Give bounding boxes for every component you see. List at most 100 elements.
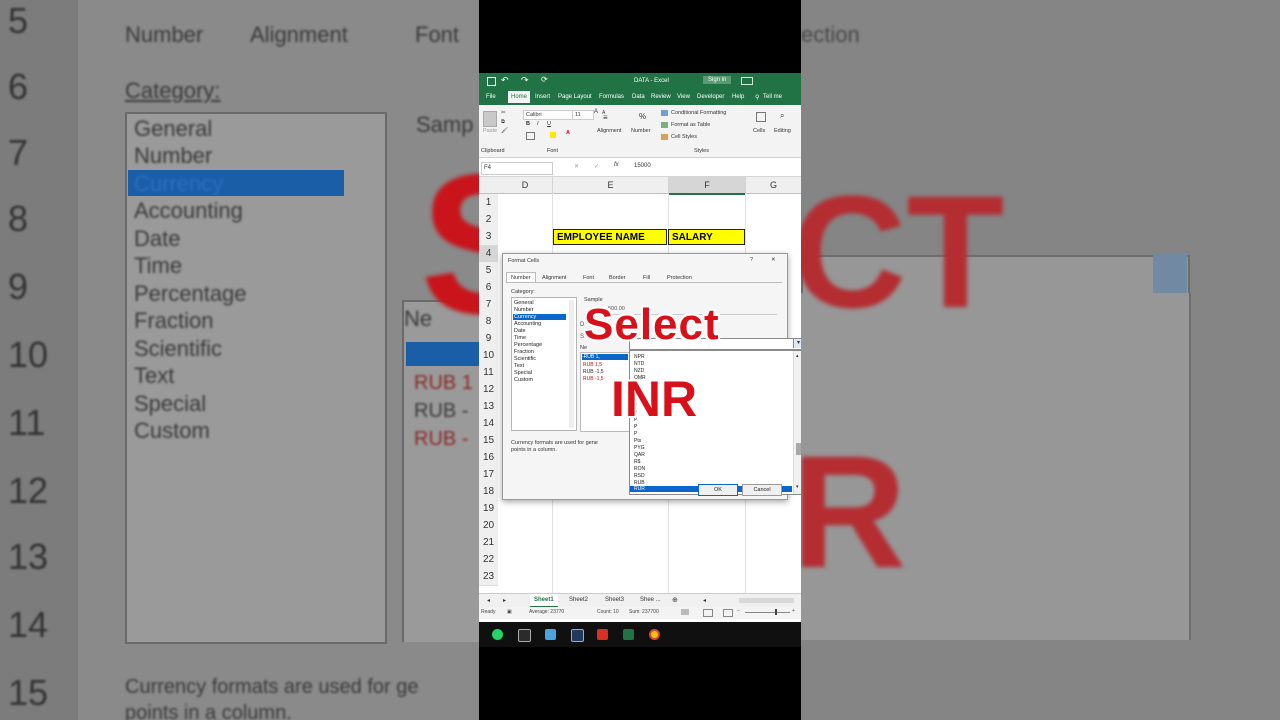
- row-header[interactable]: 15: [479, 432, 498, 450]
- video-editor-icon[interactable]: [571, 629, 584, 642]
- row-header[interactable]: 4: [479, 245, 498, 263]
- column-header-d[interactable]: D: [498, 177, 553, 194]
- negative-item[interactable]: RUB -1,5: [583, 376, 604, 382]
- new-sheet-icon[interactable]: ⊕: [672, 596, 678, 604]
- symbol-option[interactable]: QAR: [634, 452, 645, 458]
- save-icon[interactable]: [487, 77, 496, 86]
- row-header[interactable]: 10: [479, 347, 498, 365]
- dialog-help-button[interactable]: ?: [750, 257, 753, 263]
- underline-button[interactable]: U: [547, 121, 551, 127]
- font-color-icon[interactable]: A: [566, 130, 570, 136]
- zoom-out-icon[interactable]: −: [737, 608, 740, 614]
- symbol-dropdown-scrollbar[interactable]: ▴ ▾: [793, 351, 801, 494]
- cancel-button[interactable]: Cancel: [742, 484, 782, 496]
- cells-button[interactable]: Cells: [753, 128, 765, 134]
- font-name-select[interactable]: Calibri: [523, 110, 573, 120]
- symbol-option[interactable]: PYG: [634, 445, 645, 451]
- row-header[interactable]: 1: [479, 194, 498, 212]
- symbol-dropdown-arrow-icon[interactable]: ▾: [793, 339, 801, 348]
- dialog-tab-number[interactable]: Number: [511, 275, 531, 281]
- font-size-select[interactable]: 11: [572, 110, 594, 120]
- category-percentage[interactable]: Percentage: [514, 342, 542, 348]
- symbol-option[interactable]: P: [634, 431, 637, 437]
- category-text[interactable]: Text: [514, 363, 524, 369]
- pdf-reader-icon[interactable]: [597, 629, 608, 640]
- sheet-tab-sheet3[interactable]: Sheet3: [605, 597, 624, 603]
- dialog-tab-protection[interactable]: Protection: [667, 275, 692, 281]
- row-header[interactable]: 17: [479, 466, 498, 484]
- tab-page-layout[interactable]: Page Layout: [558, 94, 592, 100]
- page-break-view-icon[interactable]: [723, 609, 733, 617]
- negative-item[interactable]: RUB -1,5: [583, 369, 604, 375]
- tab-view[interactable]: View: [677, 94, 690, 100]
- row-header[interactable]: 11: [479, 364, 498, 382]
- row-header[interactable]: 2: [479, 211, 498, 229]
- percent-icon[interactable]: %: [639, 112, 646, 121]
- row-header[interactable]: 13: [479, 398, 498, 416]
- category-general[interactable]: General: [514, 300, 534, 306]
- ok-button[interactable]: OK: [698, 484, 738, 496]
- header-cell-employee-name[interactable]: EMPLOYEE NAME: [553, 229, 667, 245]
- tab-tell-me[interactable]: Tell me: [763, 94, 782, 100]
- row-header[interactable]: 14: [479, 415, 498, 433]
- row-header[interactable]: 16: [479, 449, 498, 467]
- dialog-tab-fill[interactable]: Fill: [643, 275, 650, 281]
- tab-formulas[interactable]: Formulas: [599, 94, 624, 100]
- category-special[interactable]: Special: [514, 370, 532, 376]
- scroll-down-arrow-icon[interactable]: ▾: [796, 484, 799, 490]
- category-number[interactable]: Number: [514, 307, 534, 313]
- column-header-e[interactable]: E: [553, 177, 669, 194]
- cancel-entry-icon[interactable]: ✕: [574, 163, 579, 170]
- chrome-icon[interactable]: [649, 629, 660, 640]
- row-header[interactable]: 12: [479, 381, 498, 399]
- bold-button[interactable]: B: [526, 121, 530, 127]
- tab-developer[interactable]: Developer: [697, 94, 724, 100]
- symbol-option[interactable]: Pts: [634, 438, 641, 444]
- header-cell-salary[interactable]: SALARY: [668, 229, 745, 245]
- ribbon-display-icon[interactable]: [741, 77, 753, 85]
- remote-desktop-icon[interactable]: [545, 629, 556, 640]
- category-date[interactable]: Date: [514, 328, 526, 334]
- category-accounting[interactable]: Accounting: [514, 321, 541, 327]
- symbol-option[interactable]: R$: [634, 459, 640, 465]
- select-all-corner[interactable]: [479, 177, 499, 194]
- row-header[interactable]: 6: [479, 279, 498, 297]
- sheet-tab-sheet2[interactable]: Sheet2: [569, 597, 588, 603]
- paste-icon[interactable]: [483, 111, 497, 127]
- cell-styles-button[interactable]: Cell Styles: [671, 134, 697, 140]
- symbol-option[interactable]: RON: [634, 466, 645, 472]
- zoom-in-icon[interactable]: +: [792, 608, 795, 614]
- category-scientific[interactable]: Scientific: [514, 356, 536, 362]
- grow-font-icon[interactable]: A: [594, 109, 598, 115]
- dialog-tab-alignment[interactable]: Alignment: [542, 275, 566, 281]
- tab-insert[interactable]: Insert: [535, 94, 550, 100]
- tab-review[interactable]: Review: [651, 94, 671, 100]
- excel-icon[interactable]: [623, 629, 634, 640]
- alignment-button[interactable]: Alignment: [597, 128, 621, 134]
- zoom-slider-thumb[interactable]: [775, 609, 777, 615]
- number-button[interactable]: Number: [631, 128, 651, 134]
- dialog-tab-font[interactable]: Font: [583, 275, 594, 281]
- column-header-g[interactable]: G: [746, 177, 801, 194]
- format-as-table-button[interactable]: Format as Table: [671, 122, 710, 128]
- horizontal-scrollbar[interactable]: [739, 598, 794, 603]
- redo-icon[interactable]: ↷: [521, 75, 529, 86]
- category-currency[interactable]: Currency: [513, 314, 566, 320]
- undo-icon[interactable]: ↶: [501, 75, 509, 86]
- sheet-tab-more[interactable]: Shee ...: [640, 597, 661, 603]
- category-scrollbar[interactable]: [569, 300, 574, 428]
- row-header[interactable]: 8: [479, 313, 498, 331]
- row-header[interactable]: 22: [479, 551, 498, 569]
- scroll-up-arrow-icon[interactable]: ▴: [796, 353, 799, 359]
- confirm-entry-icon[interactable]: ✓: [594, 163, 599, 170]
- tab-data[interactable]: Data: [632, 94, 645, 100]
- row-header[interactable]: 19: [479, 500, 498, 518]
- negative-item-selected[interactable]: -RUB 1,: [582, 354, 628, 360]
- borders-icon[interactable]: [526, 132, 535, 140]
- insert-function-icon[interactable]: fx: [614, 162, 619, 168]
- scroll-tabs-left-icon[interactable]: ◂: [487, 597, 490, 604]
- row-header[interactable]: 23: [479, 568, 498, 586]
- row-header[interactable]: 3: [479, 228, 498, 246]
- symbol-option[interactable]: RSD: [634, 473, 645, 479]
- dialog-close-button[interactable]: ✕: [771, 257, 776, 263]
